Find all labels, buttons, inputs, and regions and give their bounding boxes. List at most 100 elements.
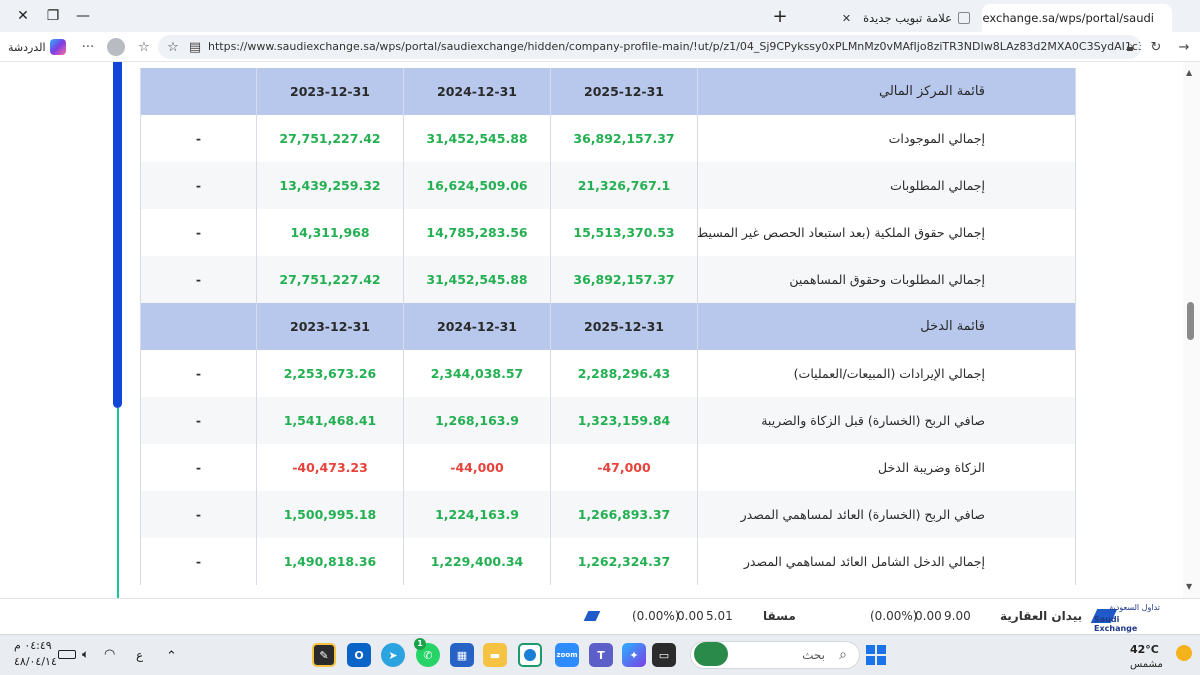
tab-title: علامة تبويب جديدة <box>863 11 952 25</box>
more-menu-icon[interactable]: ··· <box>78 37 98 57</box>
value-cell: 44,000- <box>403 444 551 491</box>
value-cell: 1,229,400.34 <box>403 538 551 585</box>
terminal-app-icon[interactable]: ▭ <box>652 643 676 667</box>
year-header: 2023-12-31 <box>256 303 404 350</box>
table-row: صافي الربح (الخسارة) قبل الزكاة والضريبة… <box>140 397 1076 444</box>
profile-avatar-icon[interactable] <box>106 37 126 57</box>
teams-icon[interactable]: T <box>589 643 613 667</box>
minimize-icon: — <box>76 8 90 24</box>
search-placeholder: بحث <box>802 648 825 662</box>
ticker-company-name[interactable]: مسقا <box>763 609 796 623</box>
whatsapp-icon[interactable]: ✆ 1 <box>414 638 440 667</box>
wifi-icon[interactable]: ◠ <box>104 647 115 662</box>
chevron-up-icon[interactable]: ⌃ <box>166 649 177 664</box>
close-icon: ✕ <box>17 8 29 24</box>
tab-title: saudiexchange.sa/wps/portal/saudi <box>982 11 1154 25</box>
search-icon: ⌕ <box>839 647 847 663</box>
add-favorite-star-icon[interactable]: ☆ <box>163 37 183 57</box>
page-info-icon[interactable]: ▤ <box>185 37 205 57</box>
saudi-exchange-favicon-icon <box>1159 12 1165 24</box>
year-header: 2025-12-31 <box>550 68 698 115</box>
chat-label: الدردشة <box>8 40 46 54</box>
row-label: إجمالي الموجودات <box>697 115 1076 162</box>
row-label: إجمالي المطلوبات <box>697 162 1076 209</box>
url-field[interactable]: https://www.saudiexchange.sa/wps/portal/… <box>158 35 1141 59</box>
value-cell: 1,541,468.41 <box>256 397 404 444</box>
copilot-icon <box>49 39 66 55</box>
extra-cell: - <box>140 444 257 491</box>
table-row: صافي الربح (الخسارة) العائد لمساهمي المص… <box>140 491 1076 538</box>
refresh-icon[interactable]: ↻ <box>1146 37 1166 57</box>
tab-icon <box>958 12 970 24</box>
ticker-company-name[interactable]: بيدان العقارية <box>1000 609 1082 623</box>
value-cell: 1,262,324.37 <box>550 538 698 585</box>
page-content: قائمة المركز المالي 2025-12-31 2024-12-31 2… <box>0 62 1200 598</box>
year-header: 2023-12-31 <box>256 68 404 115</box>
section-title: قائمة المركز المالي <box>697 68 1076 115</box>
extra-cell: - <box>140 350 257 397</box>
value-cell: 36,892,157.37 <box>550 115 698 162</box>
zoom-app-icon[interactable]: zoom <box>555 643 579 667</box>
weather-widget[interactable]: 42°C مشمس <box>1130 639 1194 673</box>
table-row: إجمالي الإيرادات (المبيعات/العمليات) 2,28… <box>140 350 1076 397</box>
tab-saudiexchange[interactable]: saudiexchange.sa/wps/portal/saudi ✕ <box>982 4 1172 32</box>
ticker-change: 0.00 <box>915 609 942 623</box>
favorites-icon[interactable]: ☆ <box>134 37 154 57</box>
minimize-window-button[interactable]: — <box>60 0 106 32</box>
table-row: إجمالي المطلوبات وحقوق المساهمين 36,892,1… <box>140 256 1076 303</box>
value-cell: 15,513,370.53 <box>550 209 698 256</box>
value-cell: 47,000- <box>550 444 698 491</box>
browser-window: ✕ ❐ — + علامة تبويب جديدة ✕ saudiexchang… <box>0 0 1200 675</box>
row-label: إجمالي المطلوبات وحقوق المساهمين <box>697 256 1076 303</box>
edge-browser-icon[interactable] <box>518 643 542 667</box>
ticker-price: 9.00 <box>944 609 971 623</box>
timeline-bar <box>113 62 122 408</box>
scroll-down-icon[interactable]: ▼ <box>1186 582 1192 591</box>
value-cell: 1,323,159.84 <box>550 397 698 444</box>
clock-time[interactable]: ٠٤:٤٩ م <box>14 639 52 652</box>
new-tab-button[interactable]: + <box>757 0 803 32</box>
close-icon[interactable]: ✕ <box>842 12 851 25</box>
taskbar: 42°C مشمس ⌕ بحث ▭ ✦ T zoom ▬ ▦ ✆ 1 ➤ O ✎… <box>0 634 1200 675</box>
value-cell: 2,288,296.43 <box>550 350 698 397</box>
empty-header-cell <box>140 303 257 350</box>
extra-cell: - <box>140 209 257 256</box>
table-row: الزكاة وضريبة الدخل 47,000- 44,000- 40,473.… <box>140 444 1076 491</box>
weather-desc: مشمس <box>1130 659 1163 670</box>
volume-icon[interactable]: 🔈︎ <box>82 647 89 662</box>
ticker-change: 0.00 <box>677 609 704 623</box>
widgets-image-icon[interactable] <box>694 642 728 666</box>
saudi-exchange-logo: تداول السعودية Saudi Exchange <box>1090 603 1160 633</box>
extra-cell: - <box>140 115 257 162</box>
scroll-up-icon[interactable]: ▲ <box>1186 68 1192 77</box>
forward-icon[interactable]: → <box>1174 37 1194 57</box>
value-cell: 16,624,509.06 <box>403 162 551 209</box>
outlook-icon[interactable]: O <box>347 643 371 667</box>
table-section-header: قائمة الدخل 2025-12-31 2024-12-31 2023-12-3… <box>140 303 1076 350</box>
copilot-app-icon[interactable]: ✦ <box>622 643 646 667</box>
row-label: صافي الربح (الخسارة) قبل الزكاة والضريبة <box>697 397 1076 444</box>
table-row: إجمالي المطلوبات 21,326,767.1 16,624,509.0… <box>140 162 1076 209</box>
store-icon[interactable]: ▦ <box>450 643 474 667</box>
chat-button[interactable]: الدردشة <box>8 37 66 57</box>
clock-date[interactable]: ٤٨/٠٤/١٤ <box>14 655 57 668</box>
language-indicator[interactable]: ع <box>136 648 143 662</box>
file-explorer-icon[interactable]: ▬ <box>483 643 507 667</box>
financial-statements-table: قائمة المركز المالي 2025-12-31 2024-12-31 2… <box>140 68 1076 585</box>
sticky-app-icon[interactable]: ✎ <box>312 643 336 667</box>
value-cell: 31,452,545.88 <box>403 115 551 162</box>
lock-icon[interactable]: 🔒︎ <box>1120 37 1140 57</box>
tab-new-tab[interactable]: علامة تبويب جديدة ✕ <box>812 4 980 32</box>
scrollbar-thumb[interactable] <box>1187 302 1194 340</box>
battery-icon[interactable] <box>58 650 76 659</box>
sun-icon <box>1176 645 1192 661</box>
value-cell: 31,452,545.88 <box>403 256 551 303</box>
value-cell: 21,326,767.1 <box>550 162 698 209</box>
tab-bar: ✕ ❐ — + علامة تبويب جديدة ✕ saudiexchang… <box>0 0 1200 32</box>
logo-text-en: Saudi Exchange <box>1094 615 1138 633</box>
table-section-header: قائمة المركز المالي 2025-12-31 2024-12-31 2… <box>140 68 1076 115</box>
telegram-icon[interactable]: ➤ <box>381 643 405 667</box>
start-button[interactable] <box>864 643 888 667</box>
value-cell: 1,268,163.9 <box>403 397 551 444</box>
windows-icon <box>866 645 886 665</box>
